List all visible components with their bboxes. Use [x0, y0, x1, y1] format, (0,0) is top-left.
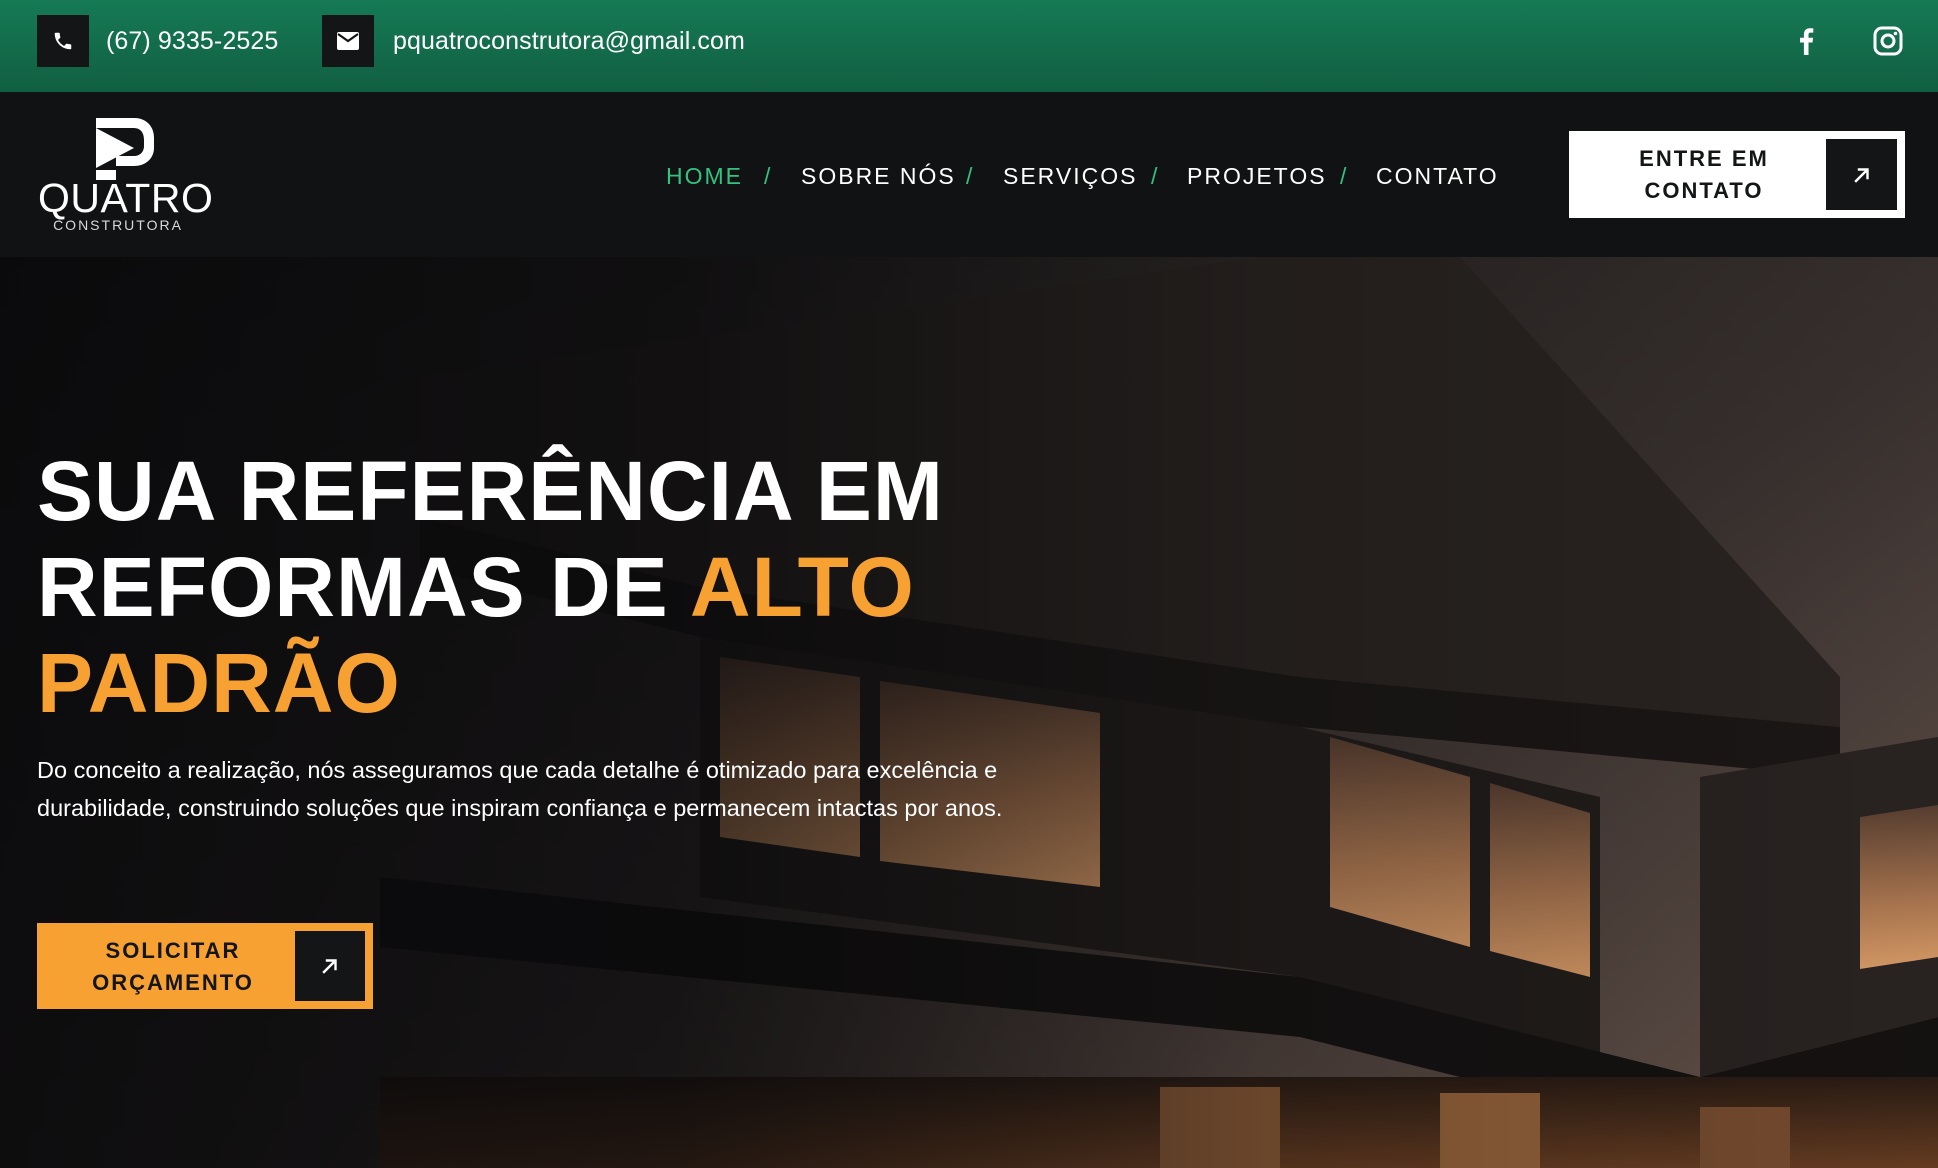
nav-item-projetos[interactable]: PROJETOS — [1187, 158, 1327, 194]
hero-description: Do conceito a realização, nós asseguramo… — [37, 757, 1003, 821]
contact-cta-button[interactable]: ENTRE EM CONTATO — [1569, 131, 1905, 218]
top-contact-bar: (67) 9335-2525 pquatroconstrutora@gmail.… — [0, 0, 1938, 92]
hero-heading-accent: ALTO — [689, 540, 915, 634]
arrow-up-right-icon — [1826, 139, 1897, 210]
logo-wordmark: QUATRO — [38, 175, 214, 221]
hero-heading-accent-line3: PADRÃO — [37, 636, 401, 730]
logo-mark-icon — [96, 118, 154, 180]
nav-item-sobre-nos[interactable]: SOBRE NÓS — [801, 158, 956, 194]
nav-item-home[interactable]: HOME — [666, 158, 743, 194]
hero-heading: SUA REFERÊNCIA EM REFORMAS DE ALTO PADRÃ… — [37, 443, 977, 731]
nav-separator: / — [1151, 163, 1158, 189]
mail-icon — [322, 15, 374, 67]
request-quote-line2: ORÇAMENTO — [92, 970, 254, 995]
nav-item-contato[interactable]: CONTATO — [1376, 158, 1499, 194]
company-logo[interactable]: QUATRO CONSTRUTORA — [38, 118, 214, 233]
contact-cta-line2: CONTATO — [1644, 178, 1764, 203]
hero-heading-line1: SUA REFERÊNCIA EM — [37, 444, 944, 538]
email-link[interactable]: pquatroconstrutora@gmail.com — [393, 26, 745, 56]
main-header: QUATRO CONSTRUTORA HOME / SOBRE NÓS / SE… — [0, 92, 1938, 257]
request-quote-button[interactable]: SOLICITAR ORÇAMENTO — [37, 923, 373, 1009]
nav-separator: / — [966, 163, 973, 189]
request-quote-label: SOLICITAR ORÇAMENTO — [37, 935, 309, 999]
facebook-icon[interactable] — [1787, 22, 1825, 60]
phone-icon — [37, 15, 89, 67]
arrow-up-right-icon — [295, 931, 365, 1001]
nav-item-servicos[interactable]: SERVIÇOS — [1003, 158, 1137, 194]
contact-cta-line1: ENTRE EM — [1639, 146, 1769, 171]
logo-subtitle: CONSTRUTORA — [53, 217, 183, 233]
nav-separator: / — [1340, 163, 1347, 189]
phone-number-link[interactable]: (67) 9335-2525 — [106, 26, 278, 56]
instagram-icon[interactable] — [1869, 22, 1907, 60]
hero-heading-line2: REFORMAS DE — [37, 540, 690, 634]
request-quote-line1: SOLICITAR — [105, 938, 241, 963]
nav-separator: / — [764, 163, 771, 189]
hero-section: SUA REFERÊNCIA EM REFORMAS DE ALTO PADRÃ… — [0, 257, 1938, 1168]
contact-cta-label: ENTRE EM CONTATO — [1569, 143, 1839, 207]
